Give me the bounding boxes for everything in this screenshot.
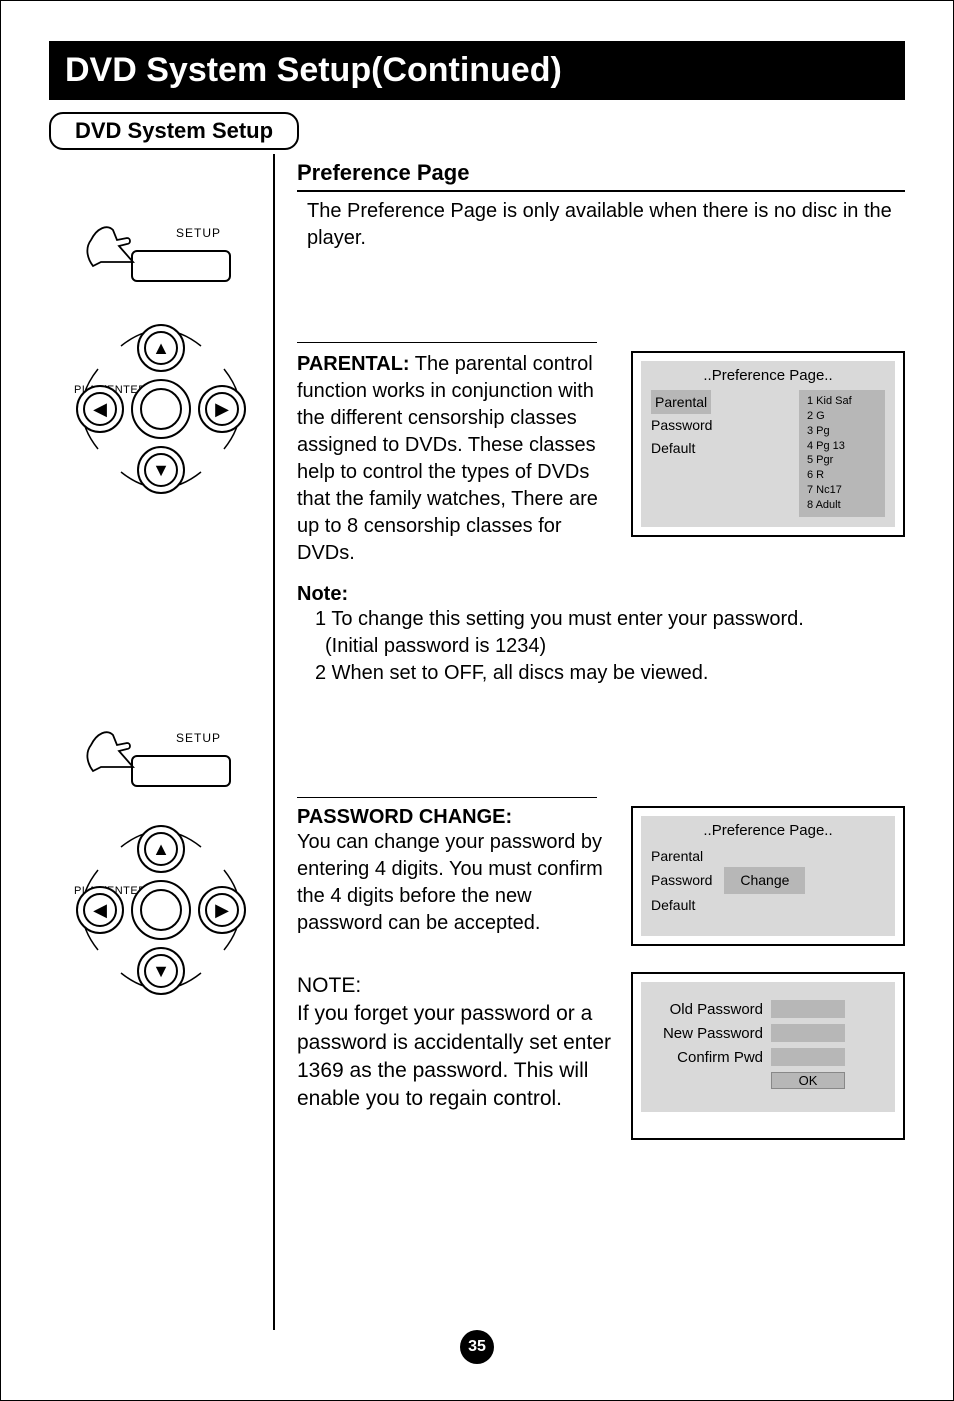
remote-body-icon xyxy=(131,755,231,787)
dpad-right-icon: ▶ xyxy=(198,385,246,433)
rule xyxy=(297,797,597,798)
dpad-center-icon xyxy=(131,379,191,439)
osd-parental-box: ..Preference Page.. Parental Password De… xyxy=(631,351,905,537)
osd-item-default: Default xyxy=(651,894,885,916)
osd-right-list: 1 Kid Saf 2 G 3 Pg 4 Pg 13 5 Pgr 6 R 7 N… xyxy=(799,390,885,517)
osd-title: ..Preference Page.. xyxy=(651,367,885,384)
dpad-up-icon: ▲ xyxy=(137,825,185,873)
osd-rating: 7 Nc17 xyxy=(807,483,877,498)
password-note-text: If you forget your password or a passwor… xyxy=(297,1000,615,1113)
osd-left-list: Parental Password Default xyxy=(651,390,791,517)
osd-inner: ..Preference Page.. Parental Password De… xyxy=(641,361,895,527)
remote-body-icon xyxy=(131,250,231,282)
new-password-field[interactable] xyxy=(771,1024,845,1042)
remote-setup-icon: SETUP xyxy=(91,224,231,290)
confirm-password-field[interactable] xyxy=(771,1048,845,1066)
osd-pwd-form: Old Password New Password Confirm Pwd OK xyxy=(641,982,895,1112)
password-note-section: NOTE: If you forget your password or a p… xyxy=(297,972,905,1140)
osd-change-label: Change xyxy=(724,867,805,893)
hand-icon xyxy=(83,218,143,274)
note-heading: Note: xyxy=(297,583,905,606)
left-column: SETUP PLAY/ENTER ▲ ▼ ◀ ▶ xyxy=(49,154,273,1330)
password-section: PASSWORD CHANGE: You can change your pas… xyxy=(297,806,905,946)
password-note-heading: NOTE: xyxy=(297,972,615,1000)
dpad-up-icon: ▲ xyxy=(137,324,185,372)
new-password-label: New Password xyxy=(651,1025,763,1042)
old-password-label: Old Password xyxy=(651,1001,763,1018)
osd-item-password: Password xyxy=(651,872,712,888)
osd-rating: 2 G xyxy=(807,409,877,424)
subsection-tab: DVD System Setup xyxy=(49,112,299,150)
page-title-bar: DVD System Setup(Continued) xyxy=(49,41,905,100)
remote-label: SETUP xyxy=(176,226,221,240)
dpad-down-icon: ▼ xyxy=(137,446,185,494)
note-line-1b: (Initial password is 1234) xyxy=(315,633,905,660)
preference-intro: The Preference Page is only available wh… xyxy=(297,198,905,252)
dpad-icon: PLAY/ENTER ▲ ▼ ◀ ▶ xyxy=(76,825,246,995)
osd-item-parental: Parental xyxy=(651,390,791,414)
osd-rating: 5 Pgr xyxy=(807,453,877,468)
ok-button[interactable]: OK xyxy=(771,1072,845,1089)
confirm-password-label: Confirm Pwd xyxy=(651,1049,763,1066)
password-heading: PASSWORD CHANGE: xyxy=(297,806,615,829)
old-password-row: Old Password xyxy=(651,1000,885,1018)
note-line-1: 1 To change this setting you must enter … xyxy=(315,606,905,633)
parental-body: The parental control function works in c… xyxy=(297,353,598,564)
manual-page: DVD System Setup(Continued) DVD System S… xyxy=(0,0,954,1401)
parental-note: Note: 1 To change this setting you must … xyxy=(297,583,905,687)
parental-label: PARENTAL: xyxy=(297,353,410,375)
preference-heading: Preference Page xyxy=(297,160,905,186)
osd-item-default: Default xyxy=(651,437,791,459)
osd-inner: ..Preference Page.. Parental Password Ch… xyxy=(641,816,895,936)
osd-rating: 8 Adult xyxy=(807,498,877,513)
osd-rating: 1 Kid Saf xyxy=(807,394,877,409)
new-password-row: New Password xyxy=(651,1024,885,1042)
password-text: You can change your password by entering… xyxy=(297,829,615,937)
section-divider xyxy=(297,190,905,192)
remote-label: SETUP xyxy=(176,731,221,745)
page-body: SETUP PLAY/ENTER ▲ ▼ ◀ ▶ xyxy=(49,154,905,1330)
dpad-down-icon: ▼ xyxy=(137,947,185,995)
osd-rating: 6 R xyxy=(807,468,877,483)
parental-section: PARENTAL: The parental control function … xyxy=(297,351,905,567)
dpad-icon: PLAY/ENTER ▲ ▼ ◀ ▶ xyxy=(76,324,246,494)
right-column: Preference Page The Preference Page is o… xyxy=(273,154,905,1330)
osd-rating: 4 Pg 13 xyxy=(807,439,877,454)
osd-item-password: Password xyxy=(651,414,791,436)
dpad-right-icon: ▶ xyxy=(198,886,246,934)
osd-password-box: ..Preference Page.. Parental Password Ch… xyxy=(631,806,905,946)
osd-item-parental: Parental xyxy=(651,845,885,867)
dpad-left-icon: ◀ xyxy=(76,886,124,934)
remote-setup-icon: SETUP xyxy=(91,729,231,795)
note-line-2: 2 When set to OFF, all discs may be view… xyxy=(315,660,905,687)
osd-rating: 3 Pg xyxy=(807,424,877,439)
confirm-password-row: Confirm Pwd xyxy=(651,1048,885,1066)
osd-title: ..Preference Page.. xyxy=(651,822,885,839)
hand-icon xyxy=(83,723,143,779)
page-number: 35 xyxy=(460,1330,494,1364)
rule xyxy=(297,342,597,343)
dpad-left-icon: ◀ xyxy=(76,385,124,433)
osd-pwdform-box: Old Password New Password Confirm Pwd OK xyxy=(631,972,905,1140)
old-password-field[interactable] xyxy=(771,1000,845,1018)
tab-row: DVD System Setup xyxy=(49,112,905,150)
dpad-center-icon xyxy=(131,880,191,940)
parental-text: PARENTAL: The parental control function … xyxy=(297,351,615,567)
osd-item-password-row: Password Change xyxy=(651,867,885,893)
